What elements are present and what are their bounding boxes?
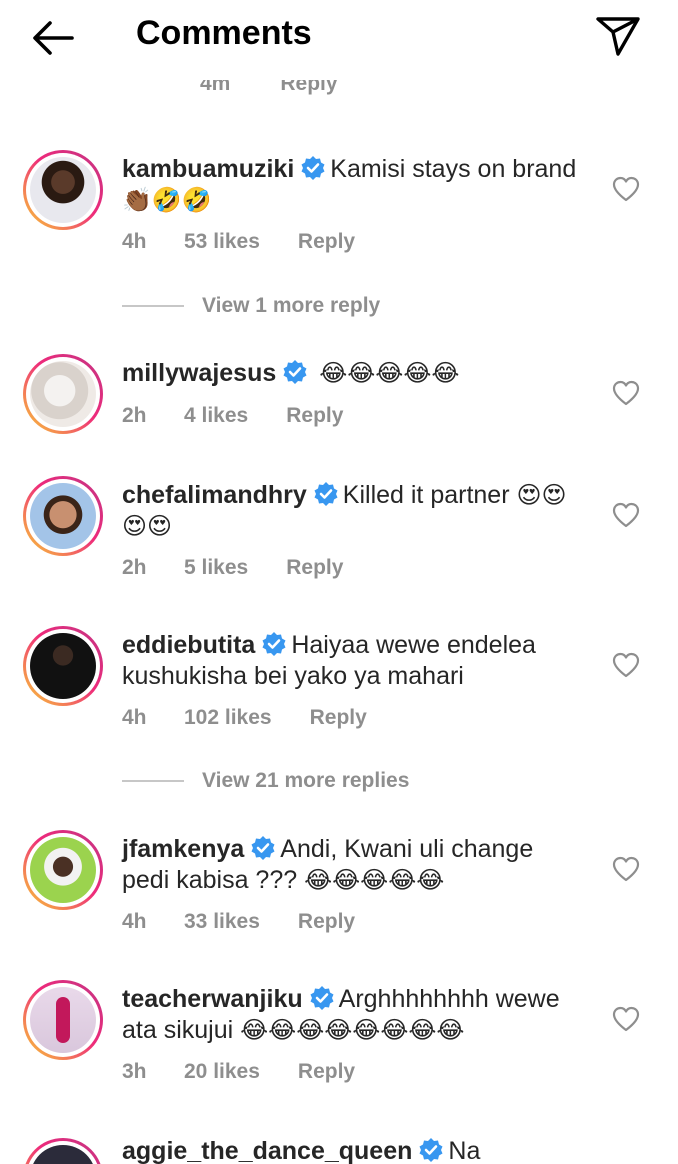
verified-badge-icon	[419, 1138, 443, 1162]
likes-count[interactable]: 102 likes	[184, 706, 272, 730]
paper-plane-icon	[596, 17, 640, 56]
view-more-label: View 1 more reply	[202, 294, 381, 317]
verified-badge-icon	[310, 986, 334, 1010]
emoji-group: 👏🏾🤣🤣	[122, 186, 212, 214]
comment-time: 4h	[122, 230, 147, 253]
comment-body: Killed it partner	[342, 481, 510, 509]
reply-button[interactable]: Reply	[298, 230, 355, 254]
arrow-left-icon	[33, 21, 74, 55]
verified-badge-icon	[301, 156, 325, 180]
comment-time: 2h	[122, 404, 147, 427]
reply-button[interactable]: Reply	[310, 706, 367, 730]
header-bar: Comments	[0, 0, 678, 78]
emoji-group: 😂😂😂😂😂	[304, 866, 445, 894]
reply-button[interactable]: Reply	[286, 404, 343, 428]
comment-text-block: jfamkenya Andi, Kwani uli change pedi kab…	[122, 834, 582, 896]
comment-text-block: chefalimandhry Killed it partner 😍😍😍😍	[122, 480, 582, 542]
view-more-replies[interactable]: View 1 more reply	[122, 294, 380, 318]
reply-button[interactable]: Reply	[286, 556, 343, 580]
comment-time: 3h	[122, 1060, 147, 1083]
next-comment-partial: aggie_the_dance_queen Na	[0, 1136, 678, 1164]
likes-count[interactable]: 4 likes	[184, 404, 248, 428]
verified-badge-icon	[314, 482, 338, 506]
emoji-group: 😂😂😂😂😂😂😂😂	[240, 1016, 465, 1044]
share-button[interactable]	[594, 14, 642, 58]
comment-body: Na	[448, 1137, 481, 1164]
avatar[interactable]	[23, 626, 103, 706]
comment-text-block: teacherwanjiku Arghhhhhhhh wewe ata sikuj…	[122, 984, 582, 1046]
divider	[122, 780, 184, 782]
reply-button[interactable]: Reply	[298, 1060, 355, 1084]
divider	[122, 305, 184, 307]
username[interactable]: kambuamuziki	[122, 155, 294, 183]
reply-button[interactable]: Reply	[280, 80, 337, 96]
avatar[interactable]	[23, 150, 103, 230]
comment-meta: 4h 53 likes Reply	[122, 230, 355, 254]
username[interactable]: teacherwanjiku	[122, 985, 303, 1013]
avatar[interactable]	[23, 830, 103, 910]
comment-body: Kamisi stays on brand	[330, 155, 577, 183]
avatar[interactable]	[23, 354, 103, 434]
comment-time: 4m	[200, 80, 231, 95]
likes-count[interactable]: 20 likes	[184, 1060, 260, 1084]
likes-count[interactable]: 5 likes	[184, 556, 248, 580]
comment-text-block: millywajesus 😂😂😂😂😂	[122, 358, 582, 389]
avatar[interactable]	[23, 1138, 103, 1164]
username[interactable]: millywajesus	[122, 359, 276, 387]
comment-time: 4h	[122, 910, 147, 933]
username[interactable]: jfamkenya	[122, 835, 244, 863]
likes-count[interactable]: 33 likes	[184, 910, 260, 934]
heart-icon[interactable]	[612, 1006, 640, 1032]
emoji-group: 😂😂😂😂😂	[319, 359, 460, 387]
username[interactable]: aggie_the_dance_queen	[122, 1137, 412, 1164]
heart-icon[interactable]	[612, 856, 640, 882]
comment-text-block: kambuamuziki Kamisi stays on brand 👏🏾🤣🤣	[122, 154, 582, 216]
page-title: Comments	[136, 14, 312, 52]
verified-badge-icon	[251, 836, 275, 860]
username[interactable]: eddiebutita	[122, 631, 255, 659]
comment-time: 4h	[122, 706, 147, 729]
heart-icon[interactable]	[612, 176, 640, 202]
comment-meta: 4h 33 likes Reply	[122, 910, 355, 934]
comment-text-block: eddiebutita Haiyaa wewe endelea kushukish…	[122, 630, 582, 692]
avatar[interactable]	[23, 980, 103, 1060]
verified-badge-icon	[262, 632, 286, 656]
heart-icon[interactable]	[612, 652, 640, 678]
comment-text-block: aggie_the_dance_queen Na	[122, 1136, 480, 1164]
comment-time: 2h	[122, 556, 147, 579]
view-more-label: View 21 more replies	[202, 769, 410, 792]
username[interactable]: chefalimandhry	[122, 481, 307, 509]
comment-meta: 4h 102 likes Reply	[122, 706, 367, 730]
previous-comment-meta: 4m Reply	[200, 80, 338, 106]
heart-icon[interactable]	[612, 380, 640, 406]
reply-button[interactable]: Reply	[298, 910, 355, 934]
likes-count[interactable]: 53 likes	[184, 230, 260, 254]
back-button[interactable]	[28, 18, 76, 58]
comment-meta: 2h 4 likes Reply	[122, 404, 343, 428]
heart-icon[interactable]	[612, 502, 640, 528]
verified-badge-icon	[283, 360, 307, 384]
comment-meta: 3h 20 likes Reply	[122, 1060, 355, 1084]
comment-meta: 2h 5 likes Reply	[122, 556, 343, 580]
avatar[interactable]	[23, 476, 103, 556]
view-more-replies[interactable]: View 21 more replies	[122, 769, 409, 793]
